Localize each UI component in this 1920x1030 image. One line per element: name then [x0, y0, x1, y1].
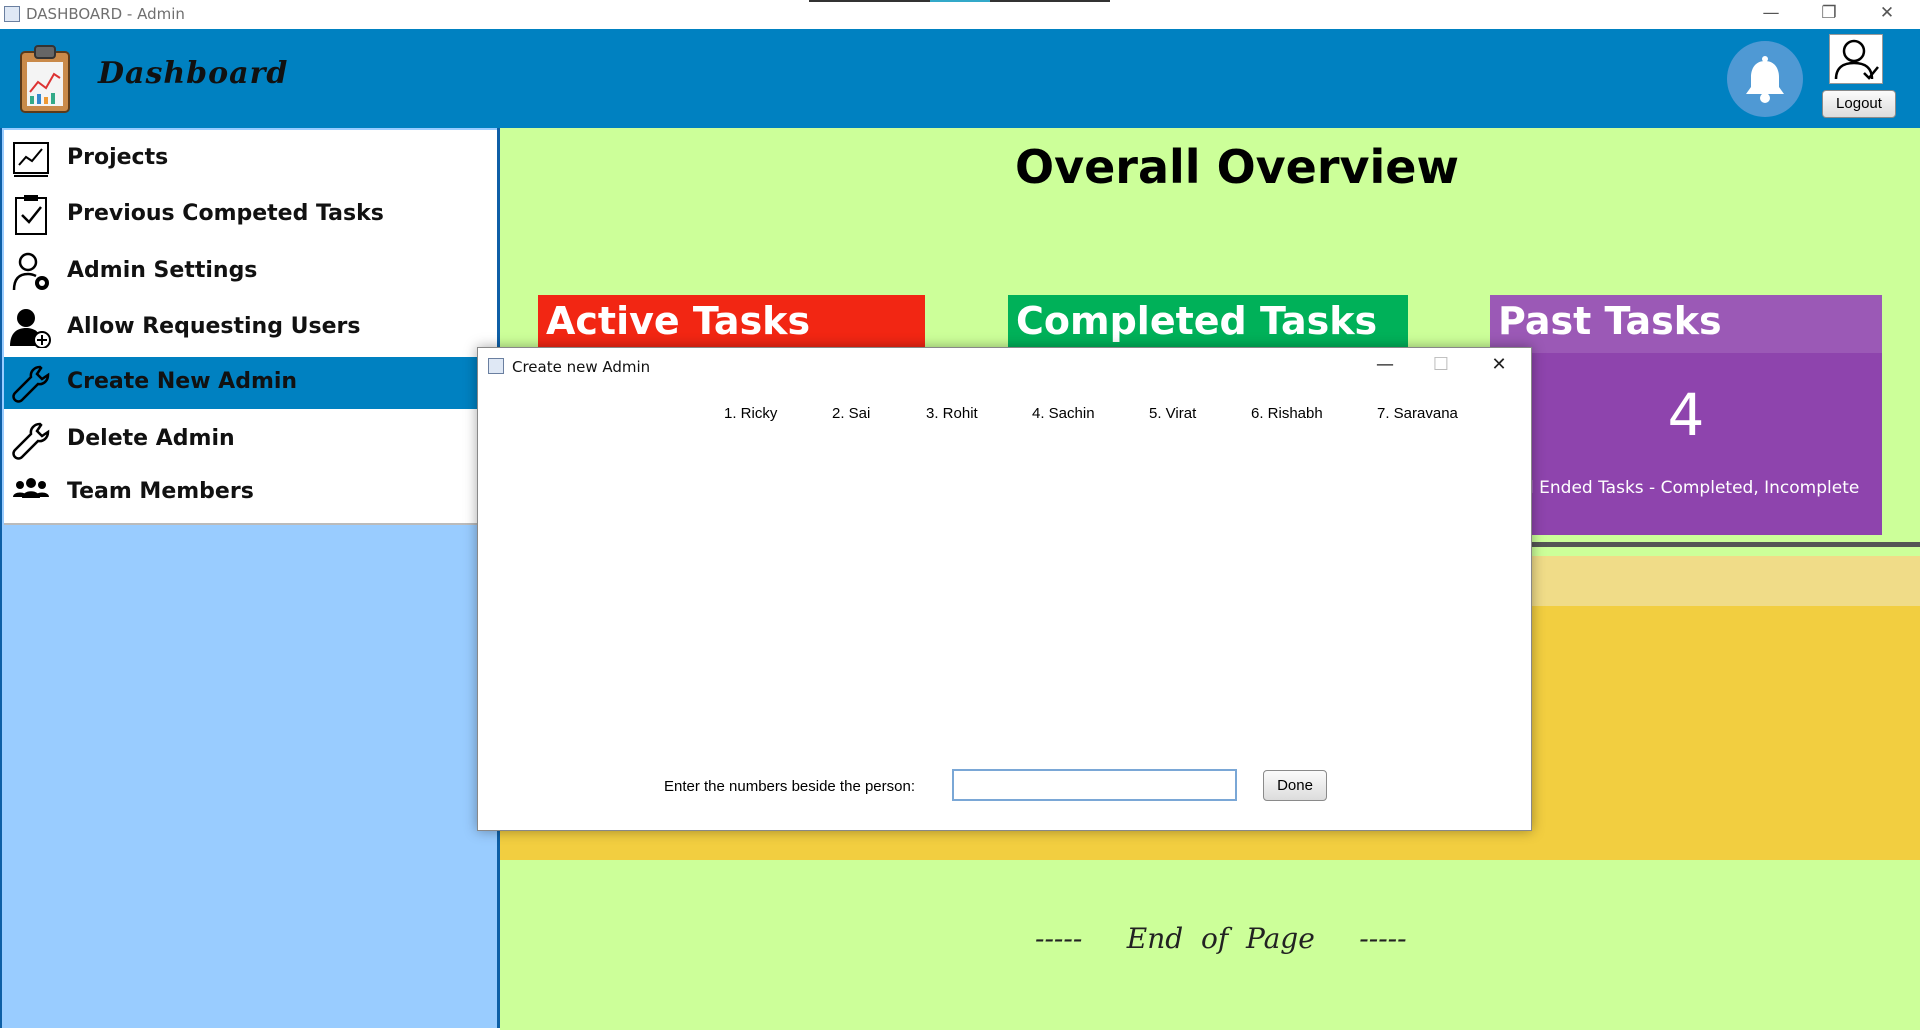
user-check-icon[interactable] — [1829, 34, 1883, 84]
past-tasks-count: 4 — [1667, 381, 1705, 449]
person-option: 1. Ricky — [724, 405, 778, 422]
sidebar-item-team-members[interactable]: Team Members — [4, 467, 497, 519]
window-title: DASHBOARD - Admin — [26, 5, 185, 23]
person-option: 4. Sachin — [1032, 405, 1095, 422]
card-title: Completed Tasks — [1016, 299, 1378, 343]
dialog-close-button[interactable]: ✕ — [1471, 350, 1527, 380]
sidebar-item-projects[interactable]: Projects — [4, 133, 497, 185]
bell-icon[interactable] — [1727, 41, 1803, 117]
wrench-icon — [10, 363, 52, 403]
wrench-icon — [10, 420, 52, 460]
numbers-prompt-label: Enter the numbers beside the person: — [664, 778, 915, 795]
end-of-page-text: ----- End of Page ----- — [1035, 922, 1407, 955]
sidebar-item-label: Team Members — [67, 479, 254, 504]
sidebar-item-label: Previous Competed Tasks — [67, 201, 384, 226]
java-app-icon — [488, 358, 504, 374]
section-header-strip — [1530, 556, 1920, 606]
past-tasks-description: All Ended Tasks - Completed, Incomplete — [1512, 478, 1860, 498]
logout-button[interactable]: Logout — [1822, 90, 1896, 118]
sidebar-item-allow-requesting-users[interactable]: Allow Requesting Users — [4, 302, 497, 354]
done-button[interactable]: Done — [1263, 770, 1327, 801]
taskbar-indicator — [809, 0, 1110, 2]
window-titlebar: DASHBOARD - Admin — ❐ ✕ — [0, 0, 1920, 29]
sidebar-item-label: Projects — [67, 145, 169, 170]
past-tasks-card[interactable]: Past Tasks 4 All Ended Tasks - Completed… — [1490, 295, 1882, 535]
sidebar-item-create-new-admin[interactable]: Create New Admin — [4, 357, 497, 409]
card-title: Active Tasks — [546, 299, 811, 343]
person-option: 2. Sai — [832, 405, 871, 422]
person-numbers-input[interactable] — [952, 769, 1237, 801]
user-gear-icon — [10, 252, 52, 292]
page-title: Overall Overview — [1015, 140, 1459, 194]
dialog-minimize-button[interactable]: — — [1357, 350, 1413, 380]
clipboard-chart-icon — [19, 44, 71, 114]
restore-window-button[interactable]: ❐ — [1800, 0, 1858, 29]
dialog-maximize-button[interactable]: ☐ — [1413, 350, 1469, 380]
sidebar-item-delete-admin[interactable]: Delete Admin — [4, 414, 497, 466]
minimize-window-button[interactable]: — — [1742, 0, 1800, 29]
sidebar-divider — [4, 523, 497, 525]
sidebar-item-label: Allow Requesting Users — [67, 314, 361, 339]
person-option: 6. Rishabh — [1251, 405, 1323, 422]
close-window-button[interactable]: ✕ — [1858, 0, 1916, 29]
sidebar-item-admin-settings[interactable]: Admin Settings — [4, 246, 497, 298]
person-option: 7. Saravana — [1377, 405, 1458, 422]
sidebar-item-previous-completed-tasks[interactable]: Previous Competed Tasks — [4, 189, 497, 241]
clipboard-check-icon — [10, 195, 52, 235]
sidebar-item-label: Create New Admin — [67, 369, 298, 394]
card-title: Past Tasks — [1498, 299, 1722, 343]
team-icon — [10, 473, 52, 513]
dialog-title: Create new Admin — [512, 358, 651, 376]
create-new-admin-dialog — [477, 347, 1532, 831]
sidebar-item-label: Admin Settings — [67, 258, 258, 283]
section-divider — [1530, 542, 1920, 547]
java-app-icon — [4, 6, 20, 22]
person-option: 3. Rohit — [926, 405, 978, 422]
person-option: 5. Virat — [1149, 405, 1197, 422]
user-add-icon — [10, 308, 52, 349]
sidebar-item-label: Delete Admin — [67, 426, 235, 451]
dashboard-title: Dashboard — [98, 56, 289, 91]
chart-board-icon — [10, 139, 52, 179]
